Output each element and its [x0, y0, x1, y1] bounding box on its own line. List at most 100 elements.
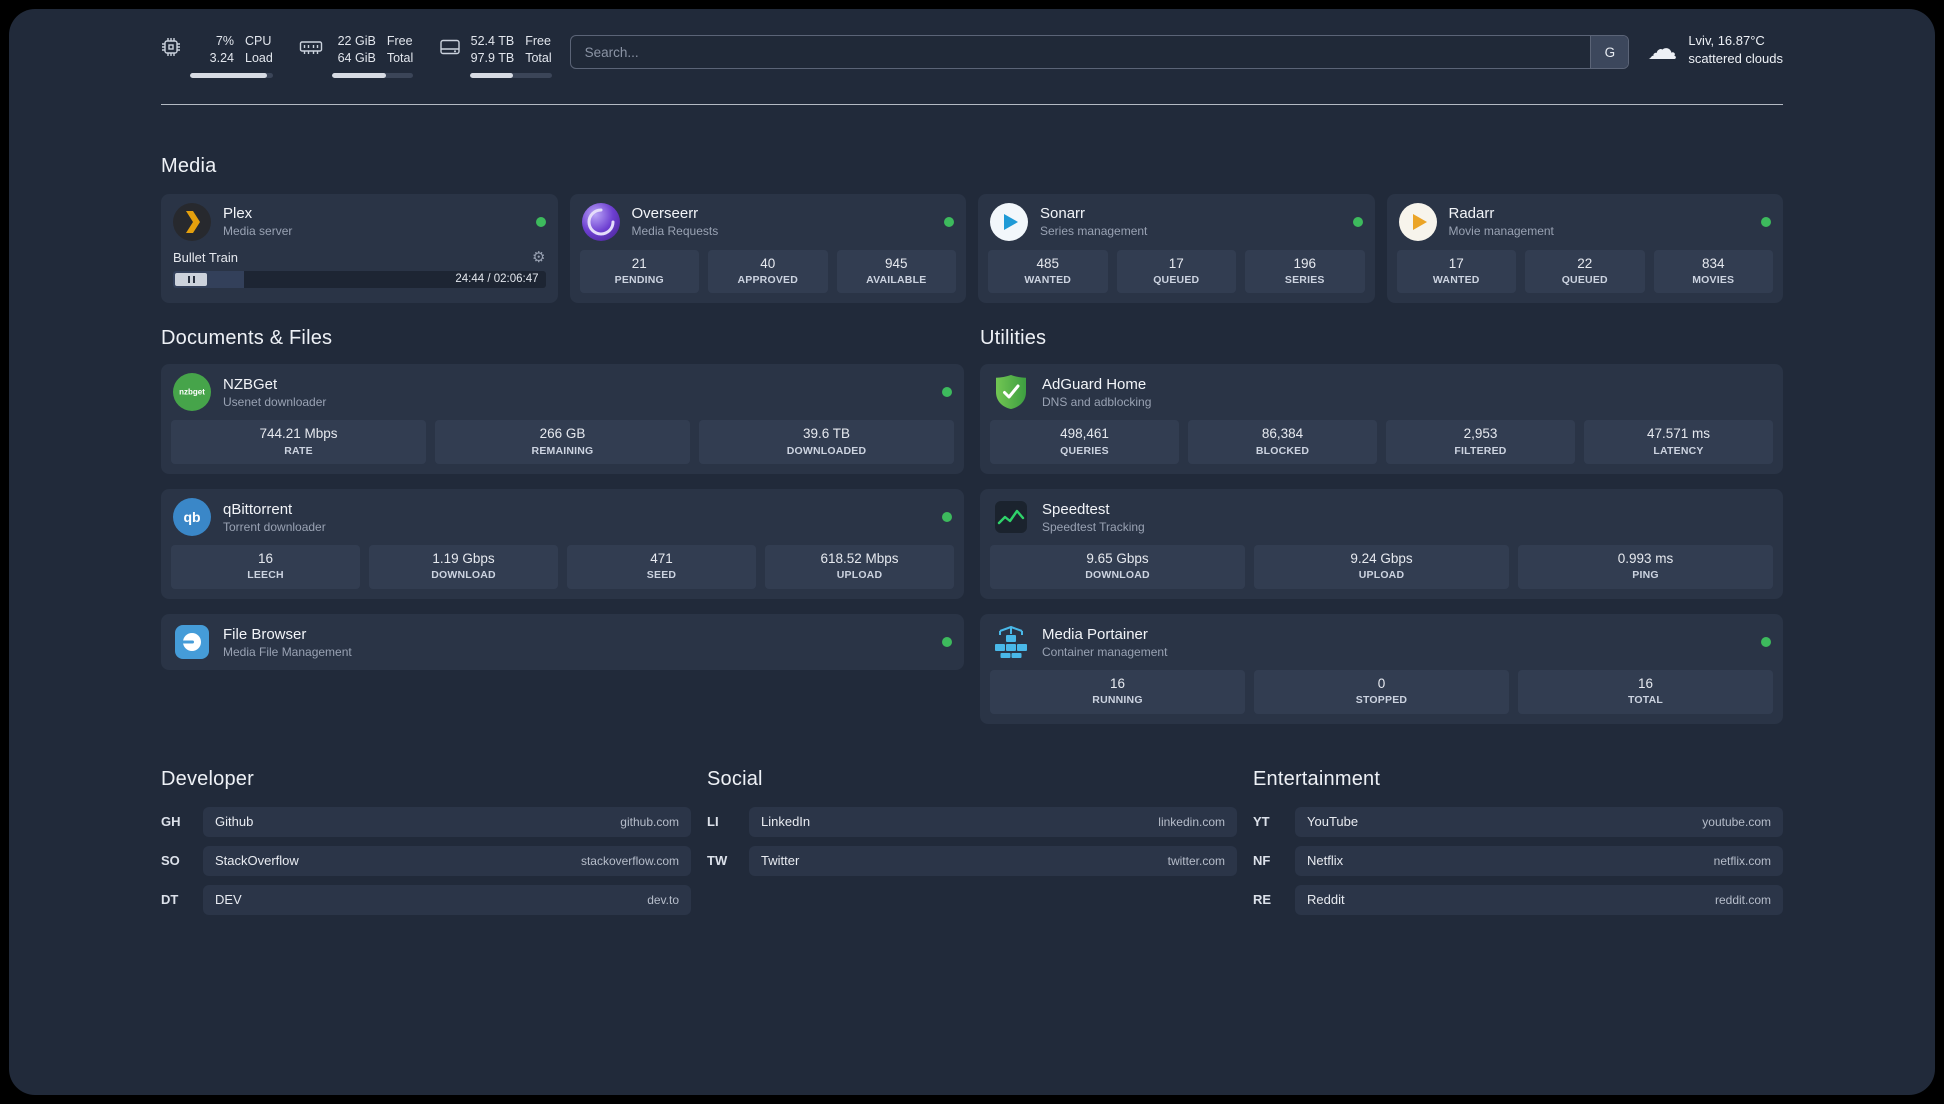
- stat-approved: 40 APPROVED: [708, 249, 828, 294]
- section-title-utilities: Utilities: [980, 327, 1047, 350]
- system-monitors: 7% 3.24 CPU Load 22 GiB 64 GiB Free Tota…: [161, 33, 552, 78]
- section-title-media: Media: [161, 154, 217, 177]
- dashboard-panel: 7% 3.24 CPU Load 22 GiB 64 GiB Free Tota…: [9, 9, 1935, 1095]
- bookmark-netflix: NF Netflix netflix.com: [1253, 845, 1783, 876]
- app-name: Media Portainer: [1042, 625, 1148, 643]
- bookmark-link-linkedin[interactable]: LinkedIn linkedin.com: [749, 806, 1237, 837]
- stat-movies: 834 MOVIES: [1653, 249, 1773, 294]
- ram-monitor: 22 GiB 64 GiB Free Total: [299, 33, 414, 78]
- cloud-icon: ☁: [1647, 32, 1678, 66]
- stat-queued: 22 QUEUED: [1525, 249, 1645, 294]
- sonarr-icon: [990, 202, 1028, 241]
- section-title-documents: Documents & Files: [161, 327, 333, 350]
- svg-text:nzbget: nzbget: [179, 388, 205, 397]
- section-developer: Developer GH Github github.com SO StackO…: [161, 768, 691, 915]
- app-card-qbittorrent[interactable]: qb qBittorrent Torrent downloader 16 LEE…: [161, 489, 964, 600]
- status-dot: [942, 512, 952, 523]
- cpu-monitor: 7% 3.24 CPU Load: [161, 33, 273, 78]
- app-card-filebrowser[interactable]: File Browser Media File Management: [161, 614, 964, 671]
- search-input[interactable]: [570, 36, 1591, 68]
- ram-free: 22 GiB: [337, 34, 376, 48]
- cpu-icon: [161, 37, 181, 57]
- section-utilities: Utilities AdGuard Home DNS and adblockin…: [980, 327, 1783, 724]
- gear-icon[interactable]: ⚙: [532, 250, 545, 265]
- plex-now-playing: Bullet Train ⚙ 24:44 / 02:06:47: [161, 250, 558, 299]
- app-card-overseerr[interactable]: Overseerr Media Requests 21 PENDING 40 A…: [569, 193, 966, 304]
- app-name: NZBGet: [223, 375, 278, 393]
- weather-condition: scattered clouds: [1688, 51, 1783, 66]
- qbittorrent-icon: qb: [173, 498, 211, 537]
- bookmark-link-stackoverflow[interactable]: StackOverflow stackoverflow.com: [203, 845, 691, 876]
- portainer-icon: [992, 623, 1030, 661]
- bookmark-reddit: RE Reddit reddit.com: [1253, 884, 1783, 915]
- stat-wanted: 485 WANTED: [988, 249, 1108, 294]
- search-bar: G: [569, 35, 1630, 69]
- bookmark-link-netflix[interactable]: Netflix netflix.com: [1295, 845, 1783, 876]
- app-card-sonarr[interactable]: Sonarr Series management 485 WANTED 17 Q…: [978, 193, 1375, 304]
- bookmark-abbr: GH: [161, 814, 181, 830]
- weather-widget: ☁ Lviv, 16.87°C scattered clouds: [1647, 33, 1783, 66]
- filebrowser-icon: [173, 623, 211, 661]
- bookmark-abbr: TW: [707, 853, 728, 869]
- stat-download: 9.65 Gbps DOWNLOAD: [990, 545, 1245, 590]
- app-name: File Browser: [223, 625, 307, 643]
- app-card-speedtest[interactable]: Speedtest Speedtest Tracking 9.65 Gbps D…: [980, 489, 1783, 600]
- stat-seed: 471 SEED: [567, 545, 756, 590]
- stat-queued: 17 QUEUED: [1116, 249, 1236, 294]
- stat-blocked: 86,384 BLOCKED: [1188, 420, 1377, 465]
- bookmark-twitter: TW Twitter twitter.com: [707, 845, 1237, 876]
- app-name: AdGuard Home: [1042, 375, 1147, 393]
- app-card-nzbget[interactable]: nzbget NZBGet Usenet downloader 744.21 M…: [161, 364, 964, 475]
- adguard-icon: [992, 373, 1030, 411]
- playback-time: 24:44 / 02:06:47: [455, 273, 539, 285]
- playback-progress-bar[interactable]: 24:44 / 02:06:47: [173, 270, 546, 288]
- plex-icon: [173, 202, 211, 241]
- ram-progress-bar: [331, 72, 414, 78]
- bookmark-link-github[interactable]: Github github.com: [203, 806, 691, 837]
- cpu-load: 3.24: [209, 51, 234, 66]
- overseerr-icon: [581, 202, 620, 241]
- bookmark-link-reddit[interactable]: Reddit reddit.com: [1295, 884, 1783, 915]
- bookmark-link-youtube[interactable]: YouTube youtube.com: [1295, 806, 1783, 837]
- bookmark-youtube: YT YouTube youtube.com: [1253, 806, 1783, 837]
- stat-upload: 9.24 Gbps UPLOAD: [1254, 545, 1509, 590]
- app-subtitle: Container management: [1042, 644, 1168, 659]
- stat-rate: 744.21 Mbps RATE: [171, 420, 426, 465]
- ram-icon: [299, 37, 323, 57]
- bookmark-abbr: SO: [161, 853, 180, 869]
- bookmark-link-twitter[interactable]: Twitter twitter.com: [749, 845, 1237, 876]
- ram-total-label: Total: [386, 51, 414, 66]
- cpu-load-label: Load: [245, 51, 273, 66]
- disk-total-label: Total: [525, 51, 552, 66]
- cpu-progress-bar: [190, 72, 273, 78]
- status-dot: [942, 637, 952, 648]
- section-title-social: Social: [707, 767, 763, 790]
- bookmark-abbr: RE: [1253, 892, 1272, 908]
- speedtest-icon: [992, 498, 1030, 536]
- app-card-plex[interactable]: Plex Media server Bullet Train ⚙ 24:44 /…: [161, 193, 558, 304]
- pause-button[interactable]: [175, 272, 207, 286]
- app-name: Sonarr: [1040, 205, 1086, 222]
- app-subtitle: Media Requests: [631, 224, 719, 238]
- stat-pending: 21 PENDING: [579, 249, 699, 294]
- topbar: 7% 3.24 CPU Load 22 GiB 64 GiB Free Tota…: [161, 9, 1783, 78]
- app-name: Plex: [223, 205, 253, 222]
- app-card-radarr[interactable]: Radarr Movie management 17 WANTED 22 QUE…: [1386, 193, 1783, 304]
- app-card-portainer[interactable]: Media Portainer Container management 16 …: [980, 614, 1783, 724]
- app-card-adguard[interactable]: AdGuard Home DNS and adblocking 498,461 …: [980, 364, 1783, 475]
- bookmark-link-dev[interactable]: DEV dev.to: [203, 884, 691, 915]
- stat-latency: 47.571 ms LATENCY: [1584, 420, 1773, 465]
- search-engine-button[interactable]: G: [1590, 36, 1629, 68]
- stat-remaining: 266 GB REMAINING: [435, 420, 690, 465]
- app-subtitle: Speedtest Tracking: [1042, 519, 1145, 534]
- app-name: Overseerr: [631, 205, 699, 222]
- ram-free-label: Free: [386, 34, 413, 48]
- bookmark-abbr: NF: [1253, 853, 1271, 869]
- section-media: Media Plex Media server Bullet Train ⚙ 2…: [161, 155, 1783, 304]
- weather-location: Lviv, 16.87°C: [1688, 33, 1765, 48]
- bookmark-abbr: DT: [161, 892, 179, 908]
- disk-total: 97.9 TB: [470, 51, 515, 66]
- nzbget-icon: nzbget: [173, 373, 211, 412]
- status-dot: [1352, 216, 1363, 227]
- app-subtitle: Usenet downloader: [223, 394, 327, 409]
